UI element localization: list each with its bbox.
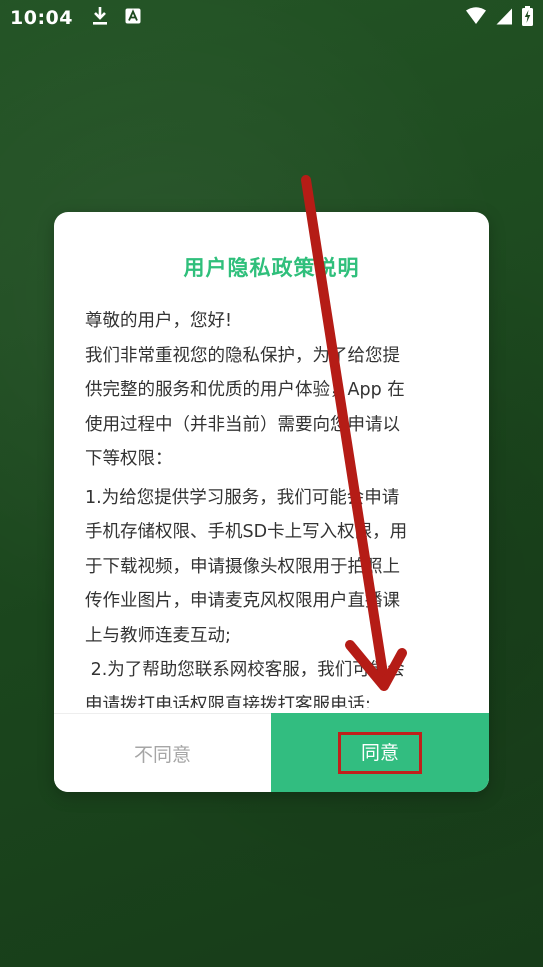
wifi-icon	[465, 7, 487, 29]
permission-item-line: 申请拨打电话权限直接拨打客服电话;	[85, 694, 371, 709]
dialog-button-bar: 不同意 同意	[54, 713, 489, 792]
privacy-policy-dialog: 用户隐私政策说明 尊敬的用户，您好! 我们非常重视您的隐私保护，为了给您提 供完…	[54, 212, 489, 792]
permission-item-line: 传作业图片，申请麦克风权限用户直播课	[85, 591, 400, 611]
permission-item-line: 手机存储权限、手机SD卡上写入权限，用	[85, 522, 408, 542]
intro-line: 我们非常重视您的隐私保护，为了给您提	[85, 345, 400, 366]
policy-text-scroll[interactable]: 尊敬的用户，您好! 我们非常重视您的隐私保护，为了给您提 供完整的服务和优质的用…	[85, 304, 460, 708]
intro-line: 使用过程中（并非当前）需要向您申请以	[85, 414, 400, 435]
dialog-title: 用户隐私政策说明	[183, 256, 360, 280]
intro-line: 供完整的服务和优质的用户体验，App 在	[85, 380, 405, 400]
greeting-line: 尊敬的用户，您好!	[85, 311, 233, 331]
agree-button-label: 同意	[337, 731, 422, 774]
cellular-icon	[496, 8, 513, 29]
permission-item-line: 2.为了帮助您联系网校客服，我们可能会	[85, 660, 405, 680]
permission-item-line: 于下载视频，申请摄像头权限用于拍照上	[85, 556, 400, 577]
disagree-button[interactable]: 不同意	[54, 713, 271, 792]
a-notification-icon	[125, 8, 141, 28]
permission-item-line: 1.为给您提供学习服务，我们可能会申请	[85, 487, 400, 508]
download-icon	[91, 6, 109, 30]
agree-button[interactable]: 同意	[271, 713, 489, 792]
status-time: 10:04	[10, 7, 73, 29]
permission-item-line: 上与教师连麦互动;	[85, 625, 231, 646]
intro-line: 下等权限：	[85, 449, 173, 469]
status-bar: 10:04	[0, 0, 543, 36]
battery-charging-icon	[522, 6, 533, 30]
